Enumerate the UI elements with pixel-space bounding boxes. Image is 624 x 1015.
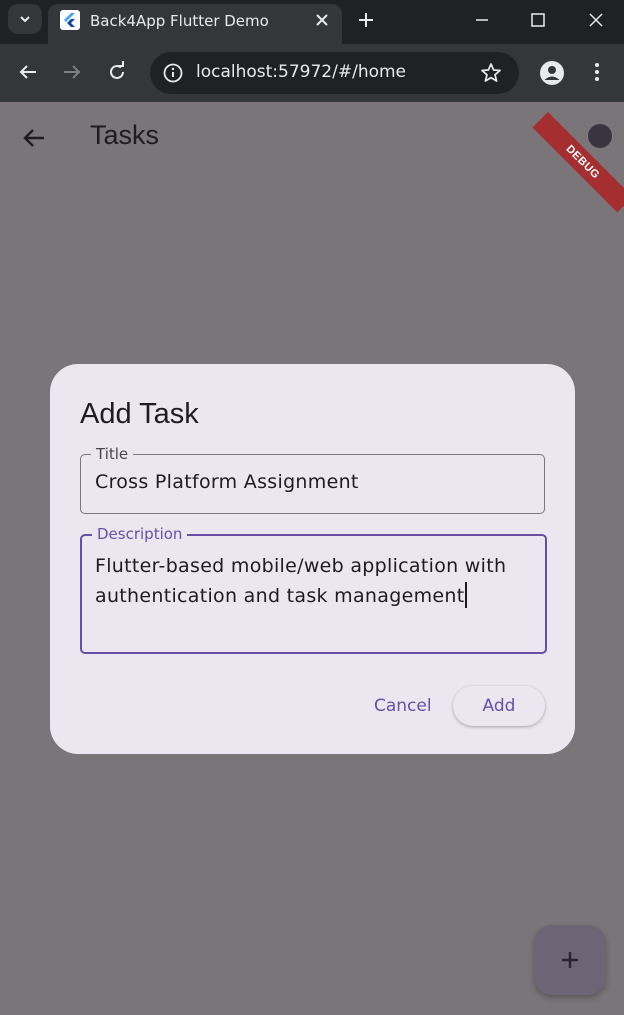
maximize-icon[interactable] [526, 8, 550, 32]
add-button[interactable]: Add [453, 686, 545, 726]
title-field-value[interactable]: Cross Platform Assignment [95, 471, 359, 493]
reload-icon[interactable] [105, 60, 129, 84]
page-title: Tasks [90, 120, 160, 150]
text-caret [465, 582, 468, 608]
tab-search-button[interactable] [8, 4, 42, 34]
dialog-title: Add Task [80, 398, 199, 430]
description-field[interactable]: Description Flutter-based mobile/web app… [80, 525, 547, 654]
app-viewport: Tasks DEBUG Add Task Title Cross Platfor… [0, 102, 624, 1015]
description-field-label: Description [92, 525, 188, 543]
address-bar[interactable]: localhost:57972/#/home [150, 52, 519, 94]
title-field[interactable]: Title Cross Platform Assignment [80, 445, 545, 514]
debug-banner: DEBUG [532, 112, 624, 213]
browser-tab-bar: Back4App Flutter Demo [0, 0, 624, 44]
add-task-dialog: Add Task Title Cross Platform Assignment… [50, 364, 575, 754]
description-field-value[interactable]: Flutter-based mobile/web application wit… [95, 555, 506, 607]
chevron-down-icon [20, 16, 30, 23]
cancel-button[interactable]: Cancel [362, 686, 444, 726]
url-text: localhost:57972/#/home [196, 62, 407, 82]
more-vert-icon[interactable] [585, 60, 609, 84]
star-icon[interactable] [479, 61, 503, 85]
forward-arrow-icon[interactable] [60, 60, 84, 84]
tab-title: Back4App Flutter Demo [90, 12, 269, 30]
logout-icon[interactable] [588, 124, 612, 148]
browser-toolbar: localhost:57972/#/home [0, 44, 624, 102]
back-arrow-icon[interactable] [20, 124, 48, 152]
add-task-fab[interactable] [534, 925, 606, 995]
close-icon[interactable] [312, 10, 332, 30]
add-icon [562, 952, 578, 968]
plus-icon[interactable] [354, 8, 378, 32]
profile-icon[interactable] [539, 60, 565, 86]
back-arrow-icon[interactable] [16, 60, 40, 84]
description-field-text[interactable]: Flutter-based mobile/web application wit… [95, 551, 525, 611]
flutter-favicon-icon [60, 10, 80, 30]
title-field-label: Title [91, 445, 134, 463]
info-icon[interactable] [162, 62, 184, 84]
browser-tab[interactable]: Back4App Flutter Demo [48, 4, 342, 44]
minimize-icon[interactable] [470, 8, 494, 32]
window-close-icon[interactable] [584, 8, 608, 32]
